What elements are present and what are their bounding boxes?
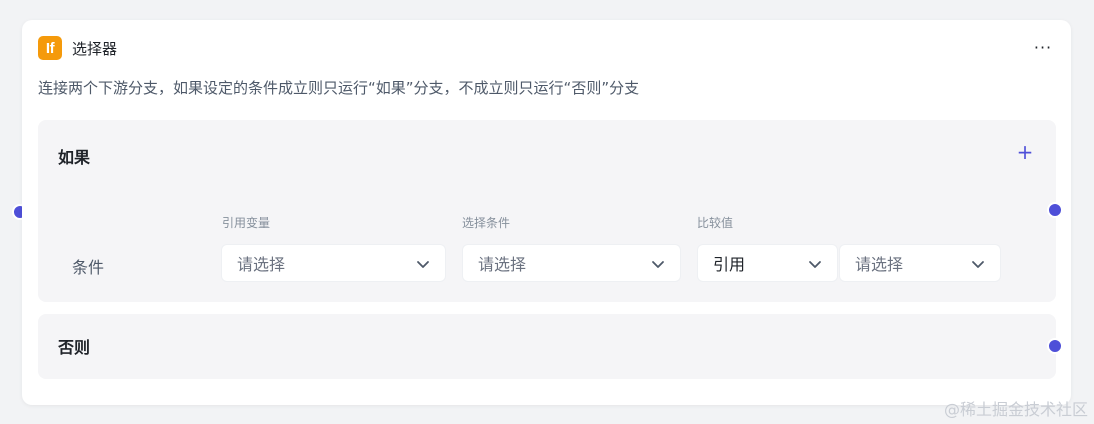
if-node-icon: If: [38, 36, 62, 60]
if-branch-title: 如果: [58, 148, 91, 167]
else-output-handle[interactable]: [1047, 338, 1063, 354]
compare-type-value: 引用: [713, 255, 746, 274]
else-branch-panel: 否则: [38, 314, 1056, 379]
condition-label: 条件: [72, 258, 105, 277]
compare-value-select[interactable]: 请选择: [839, 244, 1001, 282]
add-condition-button[interactable]: +: [1016, 142, 1034, 162]
condition-select[interactable]: 请选择: [462, 244, 681, 282]
node-title: 选择器: [72, 39, 118, 58]
compare-type-select[interactable]: 引用: [697, 244, 838, 282]
compare-value-placeholder: 请选择: [855, 255, 904, 274]
chevron-down-icon: [652, 261, 664, 268]
more-options-icon[interactable]: ···: [1031, 38, 1055, 58]
chevron-down-icon: [972, 261, 984, 268]
reference-variable-placeholder: 请选择: [237, 255, 286, 274]
node-header: If 选择器: [38, 36, 117, 60]
selector-node-card[interactable]: If 选择器 ··· 连接两个下游分支，如果设定的条件成立则只运行“如果”分支，…: [22, 20, 1071, 405]
node-description: 连接两个下游分支，如果设定的条件成立则只运行“如果”分支，不成立则只运行“否则”…: [38, 79, 640, 97]
if-branch-panel: 如果 + 条件 引用变量 选择条件 比较值 请选择 请选择 引用 请选择: [38, 120, 1056, 302]
if-output-handle[interactable]: [1047, 202, 1063, 218]
canvas: If 选择器 ··· 连接两个下游分支，如果设定的条件成立则只运行“如果”分支，…: [0, 0, 1094, 424]
select-condition-label: 选择条件: [462, 216, 511, 230]
condition-placeholder: 请选择: [478, 255, 527, 274]
chevron-down-icon: [809, 261, 821, 268]
reference-variable-label: 引用变量: [222, 216, 271, 230]
chevron-down-icon: [417, 261, 429, 268]
compare-value-label: 比较值: [697, 216, 734, 230]
reference-variable-select[interactable]: 请选择: [221, 244, 446, 282]
watermark: @稀土掘金技术社区: [943, 400, 1088, 419]
else-branch-title: 否则: [58, 338, 91, 357]
